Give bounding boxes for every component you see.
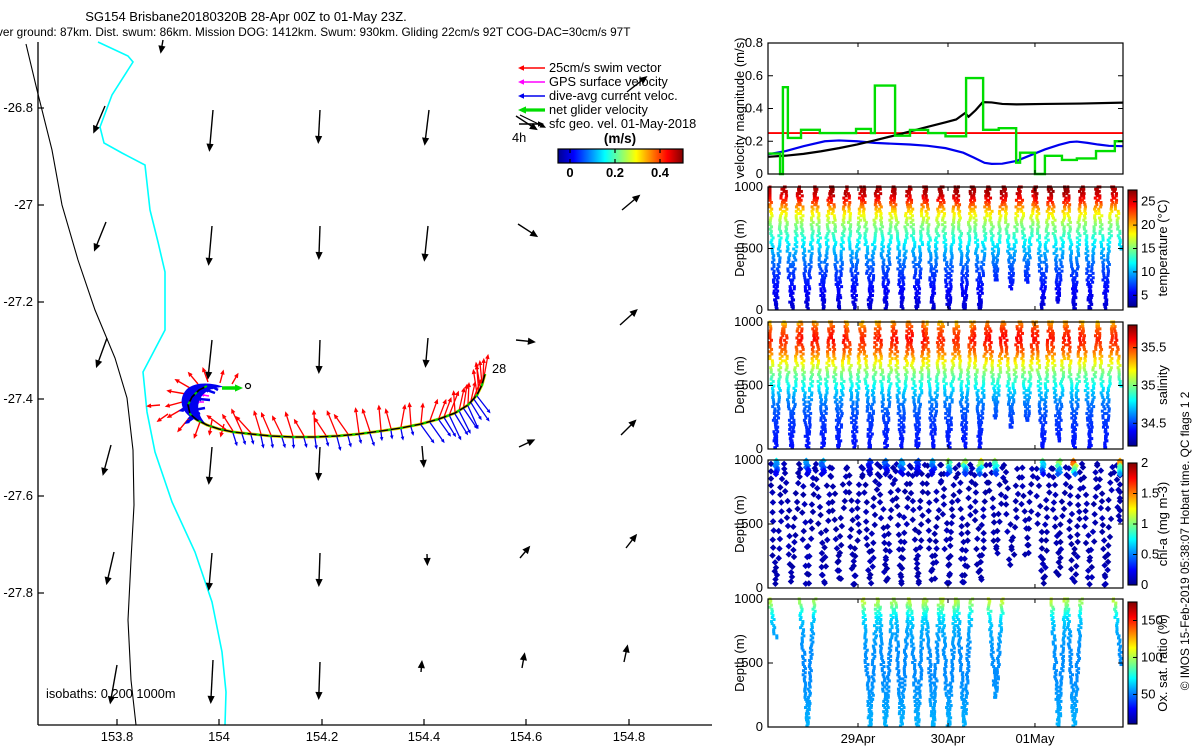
seaglider-mission-figure: 153.8 154 154.2 154.4 154.6 154.8 -26.8 -27 -27.… <box>0 0 1200 750</box>
chart-render-layer: 153.8 154 154.2 154.4 154.6 154.8 -26.8 -27 -27.… <box>3 35 1166 746</box>
panel-velocity: 00.20.40.60.8 <box>745 35 1123 181</box>
map-y-tick-label: -27.2 <box>3 294 33 309</box>
imos-watermark: © IMOS 15-Feb-2019 05:38:07 Hobart time.… <box>1178 392 1192 691</box>
panel-y-tick-label: 1000 <box>734 452 763 467</box>
map-y-tick-label: -27.4 <box>3 391 33 406</box>
map-y-tick-label: -27.6 <box>3 488 33 503</box>
salinity-colorbar-tick: 34.5 <box>1141 415 1166 430</box>
chl-colorbar-tick: 2 <box>1141 455 1148 470</box>
map-axes: 153.8 154 154.2 154.4 154.6 154.8 -26.8 -27 -27.… <box>3 42 712 744</box>
oxygen-colorbar-label: Ox. sat. ratio (%) <box>1155 614 1170 712</box>
panel-chl: 0500100000.511.52 <box>734 452 1159 595</box>
chl-colorbar-label: chl-a (mg m-3) <box>1155 482 1170 567</box>
panel-y-tick-label: 1000 <box>734 591 763 606</box>
map-x-tick-label: 154.6 <box>510 729 543 744</box>
panel-y-tick-label: 1000 <box>734 314 763 329</box>
map-x-tick-label: 154.4 <box>408 729 441 744</box>
legend-label-swim-vector: 25cm/s swim vector <box>549 60 662 75</box>
date-tick-label: 29Apr <box>841 731 876 746</box>
map-x-tick-label: 153.8 <box>101 729 134 744</box>
legend-label-gps-velocity: GPS surface velocity <box>549 74 668 89</box>
salinity-ylabel: Depth (m) <box>732 356 747 414</box>
salinity-colorbar-tick: 35 <box>1141 378 1155 393</box>
dive-end-label: 28 <box>492 361 506 376</box>
chl-colorbar-tick: 0 <box>1141 577 1148 592</box>
figure-title: SG154 Brisbane20180320B 28-Apr 00Z to 01… <box>85 9 407 24</box>
legend-label-sfc-geo-velocity: sfc geo. vel. 01-May-2018 <box>549 116 696 131</box>
map-x-tick-label: 154.8 <box>613 729 646 744</box>
temperature-ylabel: Depth (m) <box>732 219 747 277</box>
map-colorbar-title: (m/s) <box>604 131 636 146</box>
figure-canvas: 153.8 154 154.2 154.4 154.6 154.8 -26.8 -27 -27.… <box>0 0 1200 750</box>
isobaths-note: isobaths: 0 200 1000m <box>46 686 175 701</box>
panel-y-tick-label: 0.8 <box>745 35 763 50</box>
panel-temperature: 05001000510152025 <box>734 179 1155 317</box>
temperature-colorbar-tick: 25 <box>1141 194 1155 209</box>
map-y-tick-label: -26.8 <box>3 100 33 115</box>
map-y-tick-label: -27 <box>14 197 33 212</box>
legend-time-scale-label: 4h <box>512 130 526 145</box>
chl-ylabel: Depth (m) <box>732 495 747 553</box>
salinity-colorbar-label: salinity <box>1155 365 1170 405</box>
legend-label-dive-avg-current: dive-avg current veloc. <box>549 88 678 103</box>
map-colorbar-tick-label: 0 <box>566 165 573 180</box>
map-geo-current-arrows <box>93 40 647 704</box>
panel-y-tick-label: 0.4 <box>745 101 763 116</box>
panel-y-tick-label: 0 <box>756 719 763 734</box>
salinity-colorbar-tick: 35.5 <box>1141 340 1166 355</box>
oxygen-colorbar-tick: 50 <box>1141 686 1155 701</box>
map-x-tick-label: 154 <box>208 729 230 744</box>
temperature-colorbar-label: temperature (°C) <box>1155 200 1170 297</box>
panel-y-tick-label: 0.6 <box>745 68 763 83</box>
map-colorbar-tick-label: 0.4 <box>651 165 670 180</box>
temperature-colorbar-tick: 20 <box>1141 217 1155 232</box>
velocity-series <box>768 78 1123 174</box>
date-tick-label: 30Apr <box>931 731 966 746</box>
oxygen-ylabel: Depth (m) <box>732 634 747 692</box>
temperature-colorbar-tick: 15 <box>1141 241 1155 256</box>
map-y-tick-label: -27.8 <box>3 585 33 600</box>
map-isobaths <box>26 42 226 725</box>
panel-y-tick-label: 0.2 <box>745 133 763 148</box>
temperature-colorbar-tick: 5 <box>1141 287 1148 302</box>
date-tick-label: 01May <box>1015 731 1055 746</box>
map-colorbar-tick-label: 0.2 <box>606 165 624 180</box>
temperature-colorbar-tick: 10 <box>1141 264 1155 279</box>
panel-y-tick-label: 1000 <box>734 179 763 194</box>
velocity-ylabel: velocity magnitude (m/s) <box>732 38 747 179</box>
map-x-tick-label: 154.2 <box>306 729 339 744</box>
chl-colorbar-tick: 1 <box>1141 516 1148 531</box>
legend-label-net-glider-velocity: net glider velocity <box>549 102 648 117</box>
panel-salinity: 0500100034.53535.5 <box>734 314 1166 456</box>
panel-oxygen: 050010005010015029Apr30Apr01May <box>734 591 1163 746</box>
figure-subtitle: Dist. over ground: 87km. Dist. swum: 86k… <box>0 25 630 39</box>
